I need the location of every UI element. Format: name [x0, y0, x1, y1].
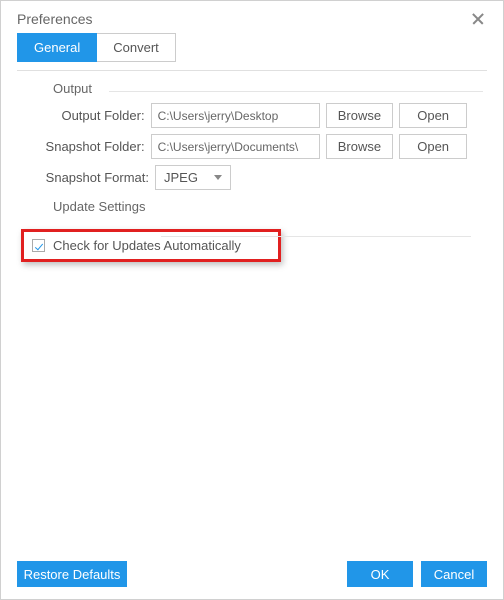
auto-update-label: Check for Updates Automatically	[53, 238, 241, 253]
chevron-down-icon	[214, 175, 222, 180]
snapshot-folder-label: Snapshot Folder:	[17, 139, 145, 154]
output-folder-input[interactable]	[151, 103, 320, 128]
output-section-text: Output	[53, 81, 92, 96]
tab-convert[interactable]: Convert	[97, 33, 176, 62]
output-folder-label: Output Folder:	[17, 108, 145, 123]
dialog-title: Preferences	[17, 11, 92, 27]
dialog-footer: Restore Defaults OK Cancel	[17, 561, 487, 587]
snapshot-format-value: JPEG	[164, 170, 198, 185]
update-section: Update Settings	[17, 193, 487, 223]
snapshot-folder-row: Snapshot Folder: Browse Open	[17, 131, 487, 162]
update-section-text: Update Settings	[53, 199, 146, 214]
snapshot-format-row: Snapshot Format: JPEG	[17, 162, 487, 193]
ok-button[interactable]: OK	[347, 561, 413, 587]
tab-general[interactable]: General	[17, 33, 97, 62]
snapshot-folder-input[interactable]	[151, 134, 320, 159]
dialog-header: Preferences	[1, 1, 503, 33]
output-folder-browse-button[interactable]: Browse	[326, 103, 394, 128]
cancel-button[interactable]: Cancel	[421, 561, 487, 587]
section-line	[109, 91, 483, 92]
snapshot-folder-open-button[interactable]: Open	[399, 134, 467, 159]
auto-update-highlight: Check for Updates Automatically	[21, 229, 281, 262]
snapshot-format-select[interactable]: JPEG	[155, 165, 231, 190]
restore-defaults-button[interactable]: Restore Defaults	[17, 561, 127, 587]
update-section-label: Update Settings	[17, 193, 487, 214]
close-icon[interactable]	[471, 11, 487, 27]
update-line	[33, 222, 471, 223]
snapshot-folder-browse-button[interactable]: Browse	[326, 134, 394, 159]
output-section-label: Output	[17, 71, 487, 100]
snapshot-format-label: Snapshot Format:	[17, 170, 149, 185]
output-folder-open-button[interactable]: Open	[399, 103, 467, 128]
tabs: General Convert	[1, 33, 503, 62]
auto-update-checkbox[interactable]	[32, 239, 45, 252]
footer-right: OK Cancel	[347, 561, 487, 587]
output-folder-row: Output Folder: Browse Open	[17, 100, 487, 131]
